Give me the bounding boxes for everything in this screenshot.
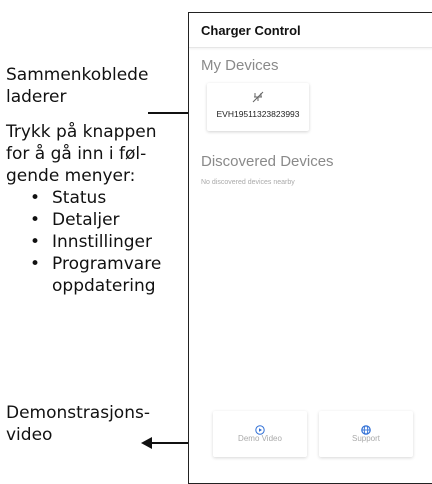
annotation-menu-item: Status: [30, 187, 176, 209]
my-devices-title: My Devices: [201, 57, 279, 74]
annotation-instructions-text: Trykk på knappen for å gå inn i føl-gend…: [6, 122, 157, 186]
app-header: Charger Control: [189, 13, 432, 48]
annotation-instructions: Trykk på knappen for å gå inn i føl-gend…: [6, 121, 176, 297]
support-button[interactable]: Support: [319, 411, 413, 457]
demo-video-label: Demo Video: [238, 434, 282, 443]
globe-icon: [361, 420, 371, 435]
phone-screen: Charger Control My Devices EVH1951132382…: [188, 12, 432, 484]
annotation-menu-item: Programvare oppdatering: [30, 253, 176, 297]
demo-video-button[interactable]: Demo Video: [213, 411, 307, 457]
device-id: EVH19511323823993: [216, 109, 300, 119]
discovered-devices-header: Discovered Devices: [189, 153, 432, 170]
play-circle-icon: [255, 420, 265, 435]
app-title: Charger Control: [201, 22, 301, 38]
device-card[interactable]: EVH19511323823993: [207, 83, 309, 131]
annotation-menu-list: Status Detaljer Innstillinger Programvar…: [6, 187, 176, 297]
plug-disconnected-icon: [207, 91, 309, 103]
annotation-menu-item: Innstillinger: [30, 231, 176, 253]
discovered-devices-title: Discovered Devices: [201, 153, 334, 170]
discovered-empty-text: No discovered devices nearby: [201, 179, 295, 186]
support-label: Support: [351, 434, 381, 443]
annotation-connected-chargers: Sammenkoblede laderer: [6, 65, 149, 107]
annotation-menu-item: Detaljer: [30, 209, 176, 231]
